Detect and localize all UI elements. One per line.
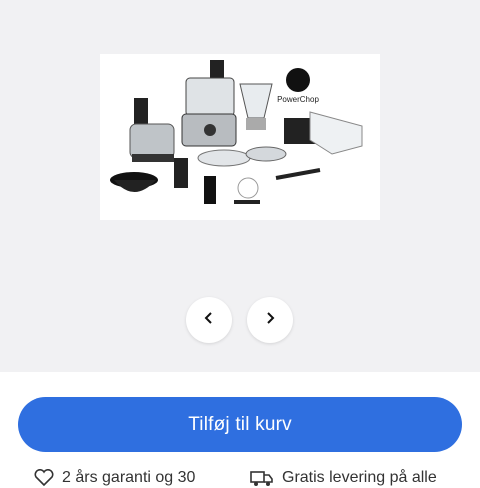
chevron-right-icon [263,311,277,330]
heart-icon [34,469,54,487]
chevron-left-icon [202,311,216,330]
warranty-text: 2 års garanti og 30 [62,469,196,486]
truck-icon [250,469,274,487]
product-image: PowerChop [100,54,380,220]
delivery-usp: Gratis levering på alle [250,468,437,488]
add-to-cart-button[interactable]: Tilføj til kurv [18,397,462,452]
product-logo-text: PowerChop [277,95,319,104]
warranty-usp: 2 års garanti og 30 [34,468,195,488]
previous-image-button[interactable] [186,297,232,343]
next-image-button[interactable] [247,297,293,343]
product-gallery: PowerChop [0,0,480,372]
delivery-text: Gratis levering på alle [282,469,437,486]
